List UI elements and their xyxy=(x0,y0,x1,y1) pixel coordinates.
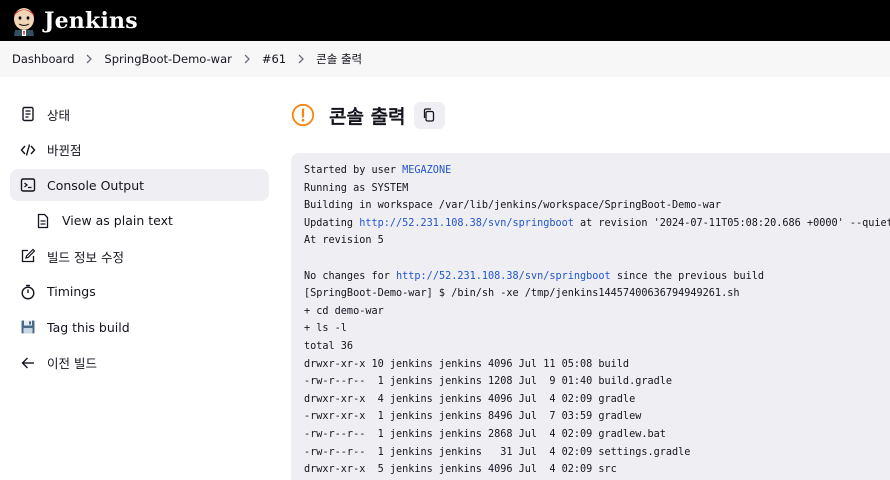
console-line: drwxr-xr-x 4 jenkins jenkins 4096 Jul 4 … xyxy=(304,391,890,409)
console-link[interactable]: http://52.231.108.38/svn/springboot xyxy=(359,218,574,229)
side-panel: 상태 바뀐점 Console Output View as plain text… xyxy=(10,98,269,382)
console-line: At revision 5 xyxy=(304,232,890,250)
console-text: -rw-r--r-- 1 jenkins jenkins 31 Jul 4 02… xyxy=(304,446,691,458)
console-text: Running as SYSTEM xyxy=(304,182,409,194)
sidebar-item-label: View as plain text xyxy=(62,213,173,228)
console-line: Started by user MEGAZONE xyxy=(304,162,890,180)
sidebar-item-label: 상태 xyxy=(47,107,71,123)
console-line: Updating http://52.231.108.38/svn/spring… xyxy=(304,215,890,233)
chevron-right-icon xyxy=(297,54,305,64)
sidebar-item-label: 이전 빌드 xyxy=(47,356,97,371)
header: Jenkins xyxy=(0,0,890,41)
console-line: -rw-r--r-- 1 jenkins jenkins 31 Jul 4 02… xyxy=(304,444,890,462)
console-text: drwxr-xr-x 5 jenkins jenkins 4096 Jul 4 … xyxy=(304,464,617,476)
sidebar-item-console-output[interactable]: Console Output xyxy=(10,169,269,201)
console-line: total 36 xyxy=(304,338,890,356)
console-line: Building in workspace /var/lib/jenkins/w… xyxy=(304,197,890,215)
jenkins-logo-icon xyxy=(14,7,34,36)
console-text: drwxr-xr-x 10 jenkins jenkins 4096 Jul 1… xyxy=(304,358,630,370)
arrow-left-icon xyxy=(19,354,37,372)
chevron-right-icon xyxy=(85,54,93,64)
sidebar-item-timings[interactable]: Timings xyxy=(10,276,269,308)
console-line: -rw-r--r-- 1 jenkins jenkins 1208 Jul 9 … xyxy=(304,373,890,391)
breadcrumb-job[interactable]: SpringBoot-Demo-war xyxy=(104,52,231,66)
sidebar-item-view-plain-text[interactable]: View as plain text xyxy=(10,205,269,237)
edit-icon xyxy=(19,247,37,265)
sidebar-item-label: 바뀐점 xyxy=(47,143,82,158)
console-line: -rw-r--r-- 1 jenkins jenkins 2868 Jul 4 … xyxy=(304,426,890,444)
sidebar-item-status[interactable]: 상태 xyxy=(10,98,269,130)
console-line: -rwxr-xr-x 1 jenkins jenkins 8496 Jul 7 … xyxy=(304,408,890,426)
sidebar-item-edit-build-info[interactable]: 빌드 정보 수정 xyxy=(10,240,269,272)
copy-icon xyxy=(422,108,436,122)
sidebar-item-changes[interactable]: 바뀐점 xyxy=(10,134,269,166)
console-text: No changes for xyxy=(304,270,397,282)
console-text: Updating xyxy=(304,217,360,229)
console-text: total 36 xyxy=(304,340,354,352)
jenkins-home-link[interactable]: Jenkins xyxy=(11,6,138,36)
console-line: drwxr-xr-x 10 jenkins jenkins 4096 Jul 1… xyxy=(304,356,890,374)
console-link[interactable]: MEGAZONE xyxy=(402,165,451,176)
console-text: [SpringBoot-Demo-war] $ /bin/sh -xe /tmp… xyxy=(304,288,740,300)
status-icon xyxy=(19,105,37,123)
terminal-icon xyxy=(19,176,37,194)
console-text: + cd demo-war xyxy=(304,305,384,317)
console-line: [SpringBoot-Demo-war] $ /bin/sh -xe /tmp… xyxy=(304,285,890,303)
sidebar-item-label: 빌드 정보 수정 xyxy=(47,249,124,265)
chevron-right-icon xyxy=(243,54,251,64)
console-text: At revision 5 xyxy=(304,235,384,247)
breadcrumb-console-output[interactable]: 콘솔 출력 xyxy=(316,51,362,67)
code-icon xyxy=(19,141,37,159)
console-text: since the previous build xyxy=(610,270,765,282)
console-text: + ls -l xyxy=(304,323,347,335)
sidebar-item-label: Tag this build xyxy=(47,319,130,335)
unstable-status-icon xyxy=(291,103,315,127)
console-line: No changes for http://52.231.108.38/svn/… xyxy=(304,268,890,286)
copy-button[interactable] xyxy=(413,101,445,129)
sidebar-item-label: Timings xyxy=(47,284,96,299)
console-output[interactable]: Started by user MEGAZONE Running as SYSTE… xyxy=(291,153,890,480)
console-link[interactable]: http://52.231.108.38/svn/springboot xyxy=(396,271,611,282)
console-text: at revision '2024-07-11T05:08:20.686 +00… xyxy=(573,217,890,229)
breadcrumb-dashboard[interactable]: Dashboard xyxy=(12,52,74,66)
brand-name: Jenkins xyxy=(44,7,138,34)
breadcrumb: Dashboard SpringBoot-Demo-war #61 콘솔 출력 xyxy=(0,41,890,77)
console-line: + ls -l xyxy=(304,320,890,338)
console-line: drwxr-xr-x 5 jenkins jenkins 4096 Jul 4 … xyxy=(304,461,890,479)
main-panel: 콘솔 출력 Started by user MEGAZONE Running as… xyxy=(291,77,890,480)
sidebar-item-label: Console Output xyxy=(47,177,145,193)
console-text: -rw-r--r-- 1 jenkins jenkins 1208 Jul 9 … xyxy=(304,376,673,388)
sidebar-item-tag-build[interactable]: Tag this build xyxy=(10,311,269,343)
console-text: -rw-r--r-- 1 jenkins jenkins 2868 Jul 4 … xyxy=(304,428,666,440)
console-line: + cd demo-war xyxy=(304,303,890,321)
console-text: Building in workspace /var/lib/jenkins/w… xyxy=(304,200,722,212)
console-text: -rwxr-xr-x 1 jenkins jenkins 8496 Jul 7 … xyxy=(304,411,642,423)
console-text: Started by user xyxy=(304,165,403,176)
console-line: Running as SYSTEM xyxy=(304,180,890,198)
console-text: drwxr-xr-x 4 jenkins jenkins 4096 Jul 4 … xyxy=(304,393,636,405)
stopwatch-icon xyxy=(19,283,37,301)
save-icon xyxy=(19,318,37,336)
document-icon xyxy=(34,212,52,230)
breadcrumb-build[interactable]: #61 xyxy=(262,52,286,66)
page-title: 콘솔 출력 xyxy=(329,105,406,128)
page-header: 콘솔 출력 xyxy=(291,101,890,129)
sidebar-item-previous-build[interactable]: 이전 빌드 xyxy=(10,347,269,379)
